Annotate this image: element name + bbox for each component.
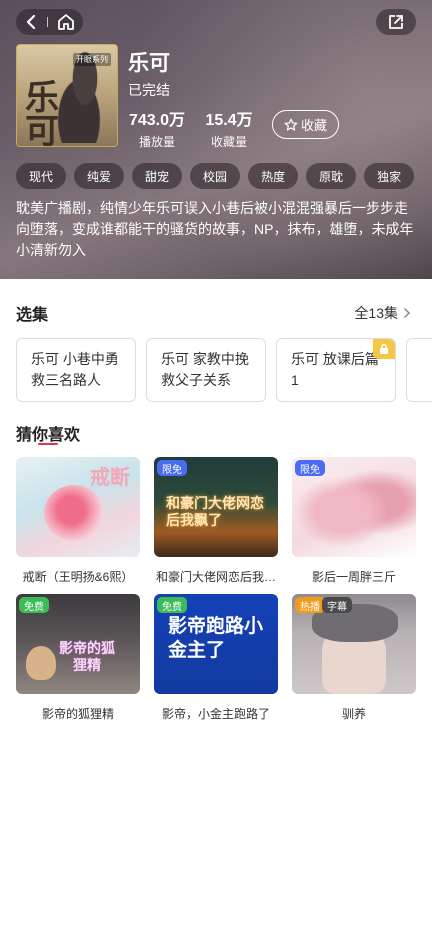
thumb-title: 影帝跑路小金主了 — [168, 615, 264, 661]
recommend-title: 影帝，小金主跑路了 — [161, 707, 270, 721]
chevron-right-icon — [404, 308, 411, 318]
teddy-graphic — [26, 646, 56, 680]
share-button[interactable] — [376, 9, 416, 35]
cover-image[interactable]: 乐可 开眼系列 — [16, 44, 118, 147]
recommend-thumb: 影帝的狐狸精 免费 — [16, 594, 140, 694]
tag-item[interactable]: 纯爱 — [74, 163, 125, 189]
back-icon[interactable] — [24, 14, 40, 30]
recommend-thumb: 热播 字幕 — [292, 594, 416, 694]
episode-card[interactable]: 乐可 小巷中勇救三名路人 — [16, 338, 136, 402]
play-count-label: 播放量 — [138, 135, 175, 149]
drama-header: 乐可 开眼系列 乐可 已完结 743.0万 播放量 15.4万 收藏量 收藏 现… — [0, 0, 432, 279]
episode-label: 乐可 放课后篇1 — [291, 351, 379, 388]
badge-subtitle: 字幕 — [322, 597, 352, 613]
lock-icon — [373, 339, 395, 359]
drama-title: 乐可 — [128, 52, 170, 75]
episodes-heading: 选集 — [16, 307, 49, 324]
badge-free: 免费 — [19, 597, 49, 613]
cover-tag: 开眼系列 — [73, 53, 111, 66]
thumb-title: 戒断 — [90, 465, 130, 489]
play-count-stat: 743.0万 播放量 — [128, 106, 186, 150]
episode-card[interactable] — [406, 338, 432, 402]
nav-divider — [47, 17, 48, 27]
episode-label: 乐可 家教中挽救父子关系 — [161, 351, 249, 388]
recommend-title: 驯养 — [341, 707, 366, 721]
tag-list: 现代 纯爱 甜宠 校园 热度 原耽 独家 — [16, 163, 415, 189]
recommend-title: 和豪门大佬网恋后我… — [155, 570, 276, 584]
recommend-item[interactable]: 影帝的狐狸精 免费 影帝的狐狸精 — [16, 594, 140, 722]
episode-card[interactable]: 乐可 放课后篇1 — [276, 338, 396, 402]
thumb-title: 影帝的狐狸精 — [59, 640, 115, 673]
fav-count-stat: 15.4万 收藏量 — [205, 106, 253, 150]
episode-card[interactable]: 乐可 家教中挽救父子关系 — [146, 338, 266, 402]
fav-count: 15.4万 — [205, 112, 253, 129]
recommend-thumb: 限免 — [292, 457, 416, 557]
recommend-title: 影后一周胖三斤 — [311, 570, 396, 584]
heading-underline — [38, 443, 58, 445]
recommend-thumb: 戒断 — [16, 457, 140, 557]
recommend-item[interactable]: 和豪门大佬网恋后我飘了 限免 和豪门大佬网恋后我… — [154, 457, 278, 585]
recommend-thumb: 影帝跑路小金主了 免费 — [154, 594, 278, 694]
recommend-item[interactable]: 影帝跑路小金主了 免费 影帝，小金主跑路了 — [154, 594, 278, 722]
share-icon — [389, 15, 403, 29]
cover-char: 乐可 — [25, 78, 59, 147]
tag-item[interactable]: 现代 — [16, 163, 67, 189]
tag-item[interactable]: 独家 — [364, 163, 415, 189]
star-icon — [284, 118, 298, 131]
episodes-count-link[interactable]: 全13集 — [354, 303, 412, 323]
play-count: 743.0万 — [128, 112, 186, 129]
episode-list: 乐可 小巷中勇救三名路人 乐可 家教中挽救父子关系 乐可 放课后篇1 — [16, 338, 432, 402]
tag-item[interactable]: 甜宠 — [132, 163, 183, 189]
recommend-item[interactable]: 热播 字幕 驯养 — [292, 594, 416, 722]
episodes-count: 全13集 — [354, 305, 398, 321]
drama-description: 耽美广播剧，纯情少年乐可误入小巷后被小混混强暴后一步步走向堕落，变成谁都能干的骚… — [16, 200, 414, 258]
collect-label: 收藏 — [300, 118, 327, 133]
badge-free: 免费 — [157, 597, 187, 613]
recommend-item[interactable]: 戒断 戒断（王明扬&6熙） — [16, 457, 140, 585]
home-icon[interactable] — [56, 12, 76, 32]
fav-count-label: 收藏量 — [210, 135, 247, 149]
rose-graphic — [44, 485, 104, 541]
recommend-title: 影帝的狐狸精 — [41, 707, 114, 721]
collect-button[interactable]: 收藏 — [272, 110, 339, 139]
tag-item[interactable]: 原耽 — [306, 163, 357, 189]
drama-status: 已完结 — [128, 82, 170, 98]
badge-limited: 限免 — [157, 460, 187, 476]
badge-hot: 热播 — [295, 597, 325, 613]
recommend-item[interactable]: 限免 影后一周胖三斤 — [292, 457, 416, 585]
thumb-title: 和豪门大佬网恋后我飘了 — [166, 495, 264, 528]
recommend-heading: 猜你喜欢 — [16, 427, 81, 444]
episode-label: 乐可 小巷中勇救三名路人 — [31, 351, 119, 388]
recommend-thumb: 和豪门大佬网恋后我飘了 限免 — [154, 457, 278, 557]
nav-pill — [16, 9, 83, 35]
badge-limited: 限免 — [295, 460, 325, 476]
tag-item[interactable]: 热度 — [248, 163, 299, 189]
recommend-title: 戒断（王明扬&6熙） — [22, 570, 134, 584]
tag-item[interactable]: 校园 — [190, 163, 241, 189]
